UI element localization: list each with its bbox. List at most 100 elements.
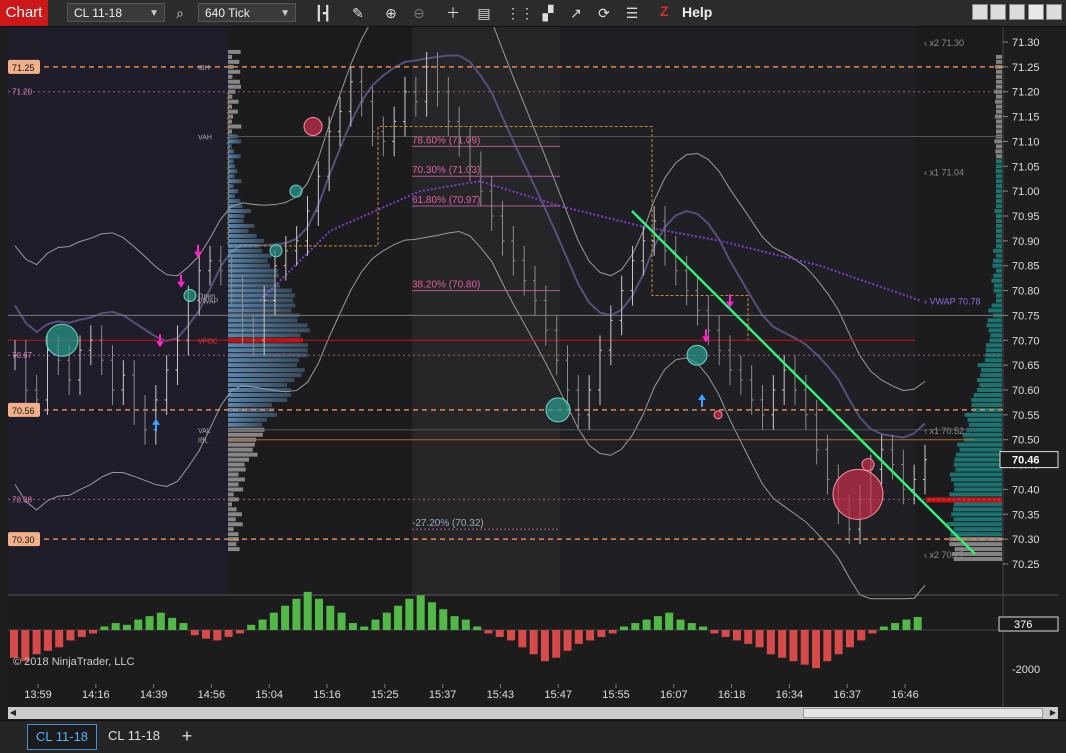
y-tick-label: 70.95 — [1012, 211, 1040, 223]
level-label: VWAP — [198, 299, 219, 306]
profile-bar — [228, 477, 245, 481]
zoom-out-icon[interactable]: ⊖ — [409, 3, 429, 23]
profile-bar — [228, 512, 242, 516]
right-profile-bar — [996, 234, 1002, 238]
instrument-select[interactable]: CL 11-18 ▼ — [67, 3, 165, 22]
draw-pencil-icon[interactable]: ✎ — [348, 3, 368, 23]
right-profile-bar — [996, 110, 1002, 114]
profile-bar — [228, 224, 254, 228]
delta-bar — [451, 616, 459, 630]
delta-bar — [33, 630, 41, 654]
delta-bar — [259, 620, 267, 630]
delta-bar — [620, 627, 628, 630]
delta-bar — [112, 623, 120, 630]
profile-bar — [228, 139, 241, 143]
delta-bar — [462, 620, 470, 630]
right-profile-bar — [972, 408, 1002, 412]
delta-bar — [507, 630, 515, 640]
close-icon[interactable] — [1028, 4, 1044, 20]
indicators-icon[interactable]: ↗ — [566, 3, 586, 23]
profile-bar — [228, 487, 243, 491]
right-profile-bar — [969, 423, 1002, 427]
profile-bar — [228, 115, 233, 119]
help-menu[interactable]: Help — [682, 4, 712, 20]
restore-down-icon[interactable] — [1046, 4, 1062, 20]
profile-bar — [228, 492, 234, 496]
add-tab-button[interactable]: + — [176, 724, 198, 748]
right-profile-bar — [996, 55, 1002, 59]
right-profile-bar — [963, 433, 1002, 437]
right-level-label: ‹ VWAP 70.78 — [924, 297, 981, 307]
minimize-icon[interactable] — [972, 4, 988, 20]
profile-bar — [228, 164, 235, 168]
horizontal-scrollbar[interactable]: ◀ ▶ — [8, 707, 1058, 719]
sell-volume-bubble — [862, 459, 874, 471]
last-price: 70.46 — [1012, 455, 1040, 467]
right-profile-bar — [996, 194, 1002, 198]
right-profile-bar — [985, 358, 1002, 362]
right-profile-bar — [994, 209, 1002, 213]
y-tick-label: 70.35 — [1012, 509, 1040, 521]
profile-bar — [228, 303, 295, 307]
right-profile-bar — [954, 482, 1002, 486]
delta-bar — [789, 630, 797, 661]
right-profile-bar — [996, 239, 1002, 243]
scroll-thumb[interactable] — [803, 708, 1043, 718]
right-profile-bar — [995, 149, 1002, 153]
y-tick-label: 71.10 — [1012, 136, 1040, 148]
delta-bar — [722, 630, 730, 637]
tab-instrument-1[interactable]: CL 11-18 — [27, 724, 97, 750]
profile-bar — [228, 308, 291, 312]
profile-bar — [228, 294, 295, 298]
properties-icon[interactable]: ▤ — [474, 3, 494, 23]
session-shade-2 — [412, 27, 560, 595]
profile-bar — [228, 532, 238, 536]
profile-bar — [228, 413, 277, 417]
right-profile-bar — [965, 413, 1002, 417]
profile-bar — [228, 159, 234, 163]
y-tick-label: 71.30 — [1012, 37, 1040, 49]
strategies-icon[interactable]: ▞ — [538, 3, 558, 23]
delta-bar — [473, 627, 481, 630]
crosshair-icon[interactable]: ＋ — [443, 3, 463, 23]
y-axis-labels: 71.30 71.25 71.20 71.15 71.10 71.05 71.00 70.95… — [1000, 37, 1058, 571]
delta-bar — [202, 630, 210, 639]
tab-instrument-2[interactable]: CL 11-18 — [100, 724, 168, 748]
right-profile-bar — [971, 403, 1002, 407]
delta-bar — [631, 623, 639, 630]
right-profile-bar — [996, 199, 1002, 203]
zoom-in-icon[interactable]: ⊕ — [381, 3, 401, 23]
bar-type-icon[interactable]: ┃┫ — [313, 3, 333, 23]
level-marker-label: 71.25 — [12, 63, 35, 73]
right-profile-bar — [989, 328, 1002, 332]
right-level-label: ‹ x1 71.04 — [924, 167, 964, 177]
profile-bar — [228, 85, 241, 89]
delta-bar — [496, 630, 504, 637]
scroll-right-icon[interactable]: ▶ — [1048, 707, 1058, 719]
search-icon[interactable]: ⌕ — [170, 3, 190, 23]
data-series-icon[interactable]: ⋮⋮ — [506, 3, 526, 23]
maximize-icon[interactable] — [1009, 4, 1025, 20]
refresh-icon[interactable]: ⟳ — [594, 3, 614, 23]
delta-bar — [371, 620, 379, 630]
scroll-left-icon[interactable]: ◀ — [8, 707, 18, 719]
chart-area[interactable]: IBH VAH Open VWAP VPOC VAL IBL 78.60% (71.09) 7… — [0, 27, 1066, 707]
x-tick-label: 13:59 — [24, 689, 52, 701]
period-select[interactable]: 640 Tick ▼ — [198, 3, 296, 22]
restore-icon[interactable] — [990, 4, 1006, 20]
price-chart[interactable]: IBHVAHOpenVWAPVPOCVALIBL 78.60% (71.09)7… — [0, 27, 1066, 707]
right-profile-bar — [996, 174, 1002, 178]
profile-bar — [228, 50, 241, 54]
profile-bar — [228, 219, 244, 223]
delta-bar — [270, 613, 278, 630]
right-profile-bar — [981, 368, 1002, 372]
delta-bar — [484, 630, 492, 633]
right-profile-bar — [994, 289, 1002, 293]
right-profile-bar — [988, 308, 1002, 312]
right-profile-bar — [949, 492, 1002, 496]
profile-bar — [228, 473, 239, 477]
right-profile-bar — [996, 80, 1002, 84]
profile-bar — [228, 254, 272, 258]
object-list-icon[interactable]: ☰ — [622, 3, 642, 23]
buy-volume-bubble — [687, 345, 707, 365]
